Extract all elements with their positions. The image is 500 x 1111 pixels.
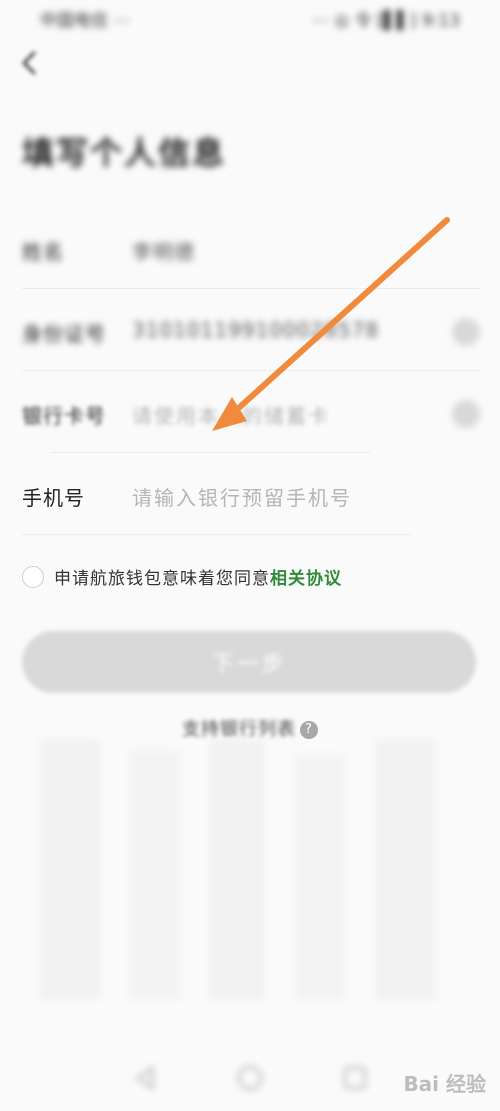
watermark-text: Bai 经验 [403,1072,486,1096]
page: 中国电信 ⋯ ⋯ ◎ 令 ⁅▌▌⁆ 9:13 填写个人信息 姓名 李明德 身份证… [0,0,500,1111]
annotation-arrow [212,217,450,431]
arrow-shaft [229,217,450,417]
baidu-watermark-logo: Bai 经验 [403,1068,486,1097]
